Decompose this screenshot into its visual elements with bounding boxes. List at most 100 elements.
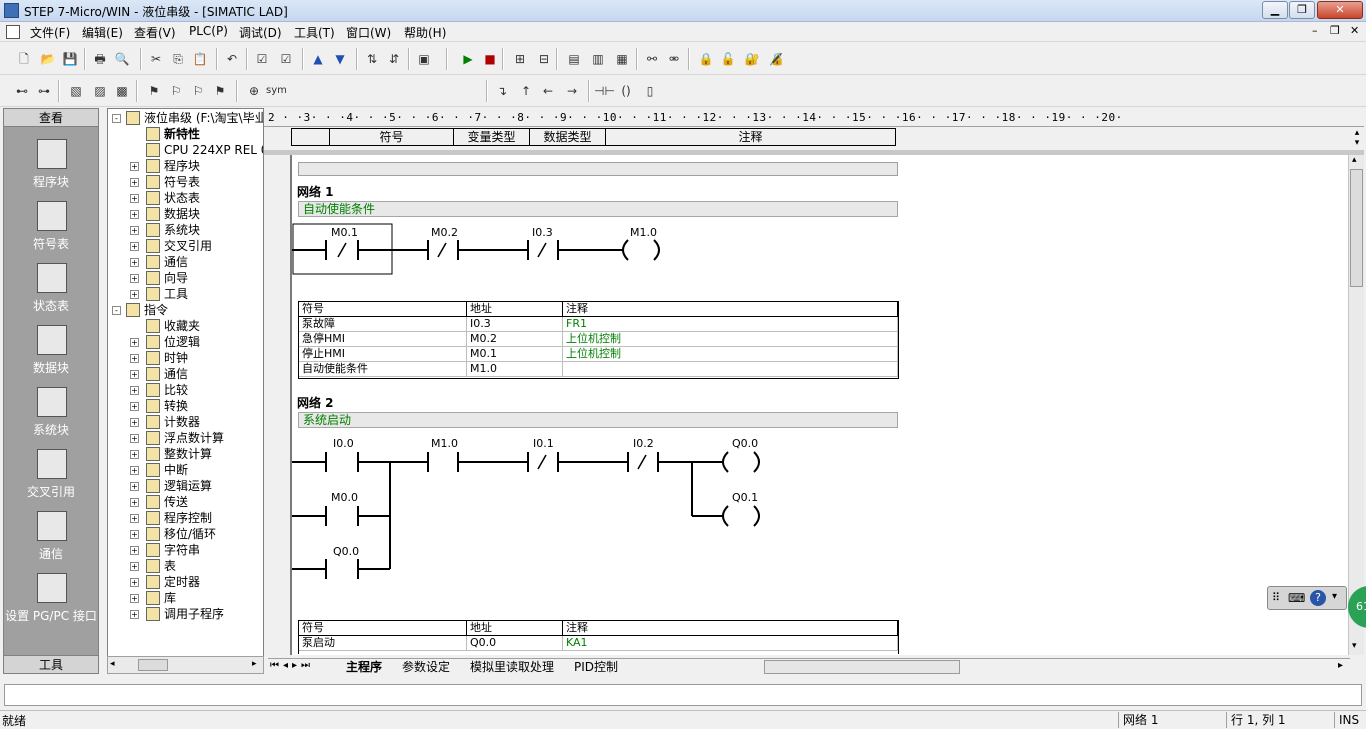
menu-view[interactable]: 查看(V) <box>134 24 176 41</box>
lock-all-icon[interactable]: 🔐 <box>742 49 762 69</box>
expand-icon[interactable]: + <box>130 274 139 283</box>
remove-bookmarks-icon[interactable]: ⚑ <box>210 81 230 101</box>
lv-var-type-header[interactable]: 变量类型 <box>454 129 530 145</box>
network-1-title[interactable]: 网络 1 <box>297 183 334 200</box>
menu-edit[interactable]: 编辑(E) <box>82 24 123 41</box>
unlock-icon[interactable]: 🔓 <box>718 49 738 69</box>
scroll-down-icon[interactable]: ▾ <box>1352 641 1357 651</box>
line-down-icon[interactable]: ↴ <box>492 81 512 101</box>
options-icon[interactable]: ▣ <box>414 49 434 69</box>
scroll-right-icon[interactable]: ▸ <box>252 659 257 669</box>
expand-icon[interactable]: + <box>130 450 139 459</box>
lv-scroll[interactable]: ▴ ▾ <box>1350 128 1364 150</box>
tab-pid-control[interactable]: PID控制 <box>574 660 618 676</box>
delete-network-icon[interactable]: ⊶ <box>34 81 54 101</box>
nav-item[interactable]: 通信 <box>4 511 98 571</box>
tree-horizontal-scrollbar[interactable]: ◂ ▸ <box>107 656 264 674</box>
expand-icon[interactable]: + <box>130 354 139 363</box>
upload-icon[interactable]: ▲ <box>308 49 328 69</box>
column-header[interactable]: 地址 <box>467 302 563 317</box>
cut-icon[interactable]: ✂ <box>146 49 166 69</box>
lv-comment-header[interactable]: 注释 <box>606 129 895 145</box>
expand-icon[interactable]: + <box>130 258 139 267</box>
sym-icon[interactable]: sym <box>266 81 287 101</box>
table-cell[interactable]: I0.3 <box>467 317 563 332</box>
lock-icon[interactable]: 🔒 <box>696 49 716 69</box>
prev-bookmark-icon[interactable]: ⚐ <box>188 81 208 101</box>
stop-icon[interactable]: ■ <box>480 49 500 69</box>
expand-icon[interactable]: + <box>130 162 139 171</box>
nav-item[interactable]: 程序块 <box>4 139 98 199</box>
force-icon[interactable]: ⚯ <box>642 49 662 69</box>
options-icon[interactable]: ▾ <box>1332 591 1337 602</box>
network-1-comment[interactable]: 自动使能条件 <box>298 201 898 217</box>
paste-icon[interactable]: 📋 <box>190 49 210 69</box>
open-icon[interactable]: 📂 <box>38 49 58 69</box>
next-bookmark-icon[interactable]: ⚐ <box>166 81 186 101</box>
expand-icon[interactable]: + <box>130 402 139 411</box>
single-read-icon[interactable]: ▥ <box>588 49 608 69</box>
new-icon[interactable]: 🗋 <box>14 49 34 69</box>
tab-nav-arrows[interactable]: ⏮◂▸⏭ <box>270 660 314 671</box>
nav-footer[interactable]: 工具 <box>4 655 98 673</box>
table-cell[interactable]: KA1 <box>563 636 898 651</box>
minimize-button[interactable]: ▁ <box>1262 1 1288 19</box>
contact-icon[interactable]: ⊣⊢ <box>594 81 615 101</box>
keyboard-icon[interactable]: ⌨ <box>1288 591 1305 605</box>
sort-asc-icon[interactable]: ⇅ <box>362 49 382 69</box>
menu-tools[interactable]: 工具(T) <box>294 24 335 41</box>
compile-icon[interactable]: ☑ <box>252 49 272 69</box>
inner-minimize-button[interactable]: – <box>1312 24 1318 37</box>
column-header[interactable]: 符号 <box>299 302 467 317</box>
column-header[interactable]: 注释 <box>563 621 898 636</box>
expand-icon[interactable]: + <box>130 418 139 427</box>
column-header[interactable]: 地址 <box>467 621 563 636</box>
grip-icon[interactable]: ⠿ <box>1272 591 1280 604</box>
nav-item[interactable]: 数据块 <box>4 325 98 385</box>
inner-restore-button[interactable]: ❐ <box>1330 24 1340 37</box>
collapse-icon[interactable]: - <box>112 306 121 315</box>
menu-plc[interactable]: PLC(P) <box>189 24 228 38</box>
status-table-icon[interactable]: ▤ <box>564 49 584 69</box>
network-2-comment[interactable]: 系统启动 <box>298 412 898 428</box>
expand-icon[interactable]: + <box>130 242 139 251</box>
expand-icon[interactable]: + <box>130 194 139 203</box>
menu-window[interactable]: 窗口(W) <box>346 24 391 41</box>
bookmark-icon[interactable]: ⚑ <box>144 81 164 101</box>
output-window[interactable] <box>4 684 1362 706</box>
line-right-icon[interactable]: → <box>562 81 582 101</box>
table-cell[interactable]: 自动使能条件 <box>299 362 467 377</box>
expand-icon[interactable]: + <box>130 370 139 379</box>
expand-icon[interactable]: + <box>130 210 139 219</box>
program-status-icon[interactable]: ⊞ <box>510 49 530 69</box>
scroll-up-icon[interactable]: ▴ <box>1352 155 1357 165</box>
lv-data-type-header[interactable]: 数据类型 <box>530 129 606 145</box>
read-forced-icon[interactable]: 🔏 <box>766 49 786 69</box>
expand-icon[interactable]: + <box>130 546 139 555</box>
scroll-thumb[interactable] <box>1350 169 1363 287</box>
expand-icon[interactable]: + <box>130 226 139 235</box>
insert-network-icon[interactable]: ⊷ <box>12 81 32 101</box>
column-header[interactable]: 符号 <box>299 621 467 636</box>
table-cell[interactable]: 泵启动 <box>299 636 467 651</box>
collapse-icon[interactable]: - <box>112 114 121 123</box>
table-cell[interactable]: 停止HMI <box>299 347 467 362</box>
expand-icon[interactable]: + <box>130 530 139 539</box>
table-cell[interactable]: FR1 <box>563 317 898 332</box>
scroll-thumb[interactable] <box>138 659 168 671</box>
tab-analog-read[interactable]: 模拟里读取处理 <box>470 660 554 676</box>
nav-item[interactable]: 设置 PG/PC 接口 <box>4 573 98 633</box>
nav-item[interactable]: 系统块 <box>4 387 98 447</box>
program-comment[interactable] <box>298 162 898 176</box>
editor-vertical-scrollbar[interactable]: ▴ ▾ <box>1348 155 1364 655</box>
expand-icon[interactable]: + <box>130 610 139 619</box>
restore-button[interactable]: ❐ <box>1289 1 1315 19</box>
help-icon[interactable]: ? <box>1310 590 1326 606</box>
nav-item[interactable]: 交叉引用 <box>4 449 98 509</box>
scroll-left-icon[interactable]: ◂ <box>110 659 115 669</box>
expand-icon[interactable]: + <box>130 562 139 571</box>
expand-icon[interactable]: + <box>130 290 139 299</box>
expand-icon[interactable]: + <box>130 594 139 603</box>
column-header[interactable]: 注释 <box>563 302 898 317</box>
scroll-right-icon[interactable]: ▸ <box>1338 660 1343 671</box>
